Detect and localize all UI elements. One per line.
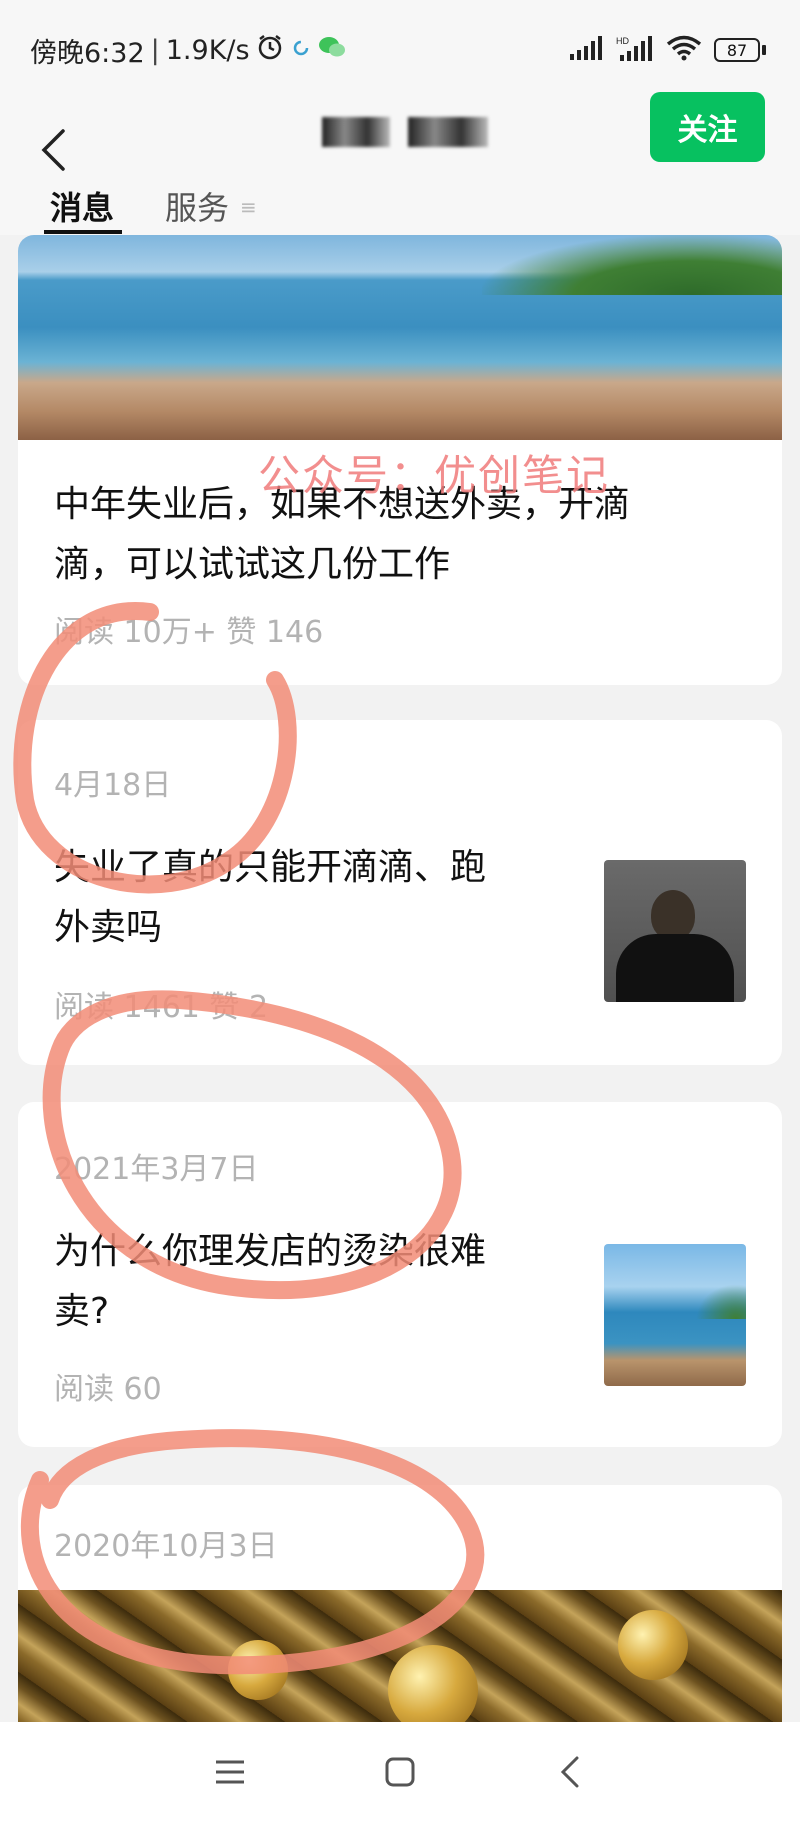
article-meta: 阅读 10万+ 赞 146: [54, 615, 324, 650]
article-meta: 阅读 1461 赞 2: [54, 990, 269, 1025]
title-line: 失业了真的只能开滴滴、跑: [54, 847, 487, 888]
status-bar: 傍晚6:32 | 1.9K/s HD 87: [0, 0, 800, 100]
square-icon: [385, 1757, 415, 1787]
island-shape: [482, 235, 782, 295]
article-date: 4月18日: [54, 768, 172, 803]
cover-image: [18, 1590, 782, 1722]
home-button[interactable]: [380, 1752, 420, 1792]
article-thumbnail: [604, 860, 746, 1002]
active-tab-indicator: [44, 230, 122, 234]
coin-shape: [388, 1645, 478, 1722]
status-time: 傍晚6:32: [30, 37, 145, 69]
system-back-button[interactable]: [550, 1752, 590, 1792]
sync-icon: [290, 35, 312, 66]
article-title: 为什么你理发店的烫染很难 卖?: [54, 1222, 574, 1342]
person-body-shape: [616, 934, 734, 1002]
tab-messages[interactable]: 消息: [50, 183, 114, 229]
title-line: 外卖吗: [54, 907, 163, 948]
battery-icon: 87: [714, 38, 766, 62]
battery-level: 87: [714, 38, 760, 62]
article-meta: 阅读 60: [54, 1372, 162, 1407]
article-card[interactable]: 4月18日 失业了真的只能开滴滴、跑 外卖吗 阅读 1461 赞 2: [18, 720, 782, 1065]
hamburger-icon: [216, 1760, 244, 1784]
chevron-left-icon: [41, 129, 65, 171]
title-line: 滴，可以试试这几份工作: [54, 544, 451, 585]
status-right: HD 87: [570, 35, 766, 65]
wifi-icon: [666, 35, 702, 65]
menu-icon: ≡: [240, 195, 257, 219]
status-left: 傍晚6:32 | 1.9K/s: [30, 31, 346, 70]
network-speed: 1.9K/s: [165, 34, 250, 66]
article-thumbnail: [604, 1244, 746, 1386]
svg-text:HD: HD: [616, 36, 629, 46]
battery-tip: [762, 45, 766, 55]
signal-icon: [570, 36, 604, 64]
person-head-shape: [651, 890, 695, 940]
menu-button[interactable]: [210, 1752, 250, 1792]
blurred-segment: [322, 117, 390, 147]
status-divider: |: [150, 34, 160, 66]
coin-shape: [618, 1610, 688, 1680]
title-line: 卖?: [54, 1291, 110, 1332]
blurred-segment: [408, 117, 488, 147]
article-date: 2020年10月3日: [54, 1529, 278, 1564]
article-card[interactable]: 2020年10月3日: [18, 1485, 782, 1722]
title-line: 为什么你理发店的烫染很难: [54, 1231, 487, 1272]
article-title: 失业了真的只能开滴滴、跑 外卖吗: [54, 838, 574, 958]
island-shape: [696, 1284, 746, 1319]
chevron-left-icon: [560, 1756, 579, 1788]
article-date: 2021年3月7日: [54, 1152, 259, 1187]
back-button[interactable]: [28, 122, 78, 178]
tab-service[interactable]: 服务: [165, 183, 229, 229]
coin-shape: [228, 1640, 288, 1700]
cover-image: [18, 235, 782, 440]
tab-bar: 消息 服务 ≡: [0, 175, 800, 235]
watermark-text: 公众号：优创笔记: [258, 451, 611, 500]
article-card[interactable]: 2021年3月7日 为什么你理发店的烫染很难 卖? 阅读 60: [18, 1102, 782, 1447]
follow-button[interactable]: 关注: [650, 92, 765, 162]
signal-hd-icon: HD: [616, 35, 654, 65]
wechat-icon: [318, 35, 346, 66]
alarm-icon: [256, 33, 284, 68]
system-nav-bar: [0, 1722, 800, 1822]
